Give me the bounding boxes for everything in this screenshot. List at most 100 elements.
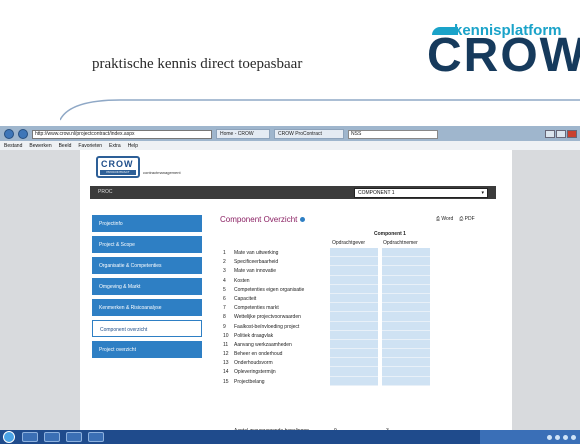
menu-bewerken[interactable]: Bewerken — [29, 143, 51, 149]
taskbar-app-3[interactable] — [66, 432, 82, 442]
cell-opdrachtnemer[interactable] — [382, 257, 430, 267]
row-label: Aanvang werkzaamheden — [234, 341, 292, 348]
taskbar-app-2[interactable] — [44, 432, 60, 442]
app-logo[interactable]: CROW PROCONTRACT — [96, 156, 140, 178]
browser-search-field[interactable]: NSS — [348, 129, 438, 139]
tab-crow-procontract[interactable]: CROW ProContract — [274, 129, 344, 139]
row-number: 1 — [223, 250, 226, 256]
tray-icon[interactable] — [571, 434, 576, 440]
table-row: 12 Beheer en onderhoud — [220, 349, 500, 359]
page-title: Component Overzicht — [220, 215, 306, 224]
cell-opdrachtnemer[interactable] — [382, 266, 430, 276]
table-row: 5 Competenties eigen organisatie — [220, 284, 500, 294]
row-label: Politiek draagvlak — [234, 332, 274, 339]
logo-crow: CROW — [427, 29, 580, 82]
browser-toolbar: http://www.crow.nl/projectcontract/index… — [0, 128, 580, 140]
cell-opdrachtnemer[interactable] — [382, 376, 430, 386]
app-logo-text: contractmanagement — [143, 170, 181, 175]
taskbar-app-1[interactable] — [22, 432, 38, 442]
cell-opdrachtnemer[interactable] — [382, 248, 430, 258]
table-row: 3 Mate van innovatie — [220, 266, 500, 276]
row-number: 9 — [223, 323, 226, 330]
top-bar-label: PROC — [98, 189, 113, 195]
cell-opdrachtnemer[interactable] — [382, 303, 430, 313]
cell-opdrachtnemer[interactable] — [382, 349, 430, 359]
table-row: 11 Aanvang werkzaamheden — [220, 339, 500, 350]
menu-beeld[interactable]: Beeld — [59, 143, 72, 149]
taskbar-app-4[interactable] — [88, 432, 104, 442]
cell-opdrachtnemer[interactable] — [382, 275, 430, 285]
sidebar-item-project-scope[interactable]: Project & Scope — [92, 236, 202, 253]
menu-help[interactable]: Help — [128, 143, 138, 149]
cell-opdrachtnemer[interactable] — [382, 358, 430, 368]
menu-extra[interactable]: Extra — [109, 143, 121, 149]
tagline: praktische kennis direct toepasbaar — [92, 56, 303, 72]
cell-opdrachtnemer[interactable] — [382, 312, 430, 322]
row-number: 2 — [223, 259, 226, 266]
component-select-value: COMPONENT 1 — [358, 190, 395, 196]
cell-opdrachtnemer[interactable] — [382, 339, 430, 350]
system-tray — [480, 430, 580, 444]
table-row: 10 Politiek draagvlak — [220, 330, 500, 340]
column-header-opdrachtgever: Opdrachtgever — [332, 240, 366, 246]
address-bar[interactable]: http://www.crow.nl/projectcontract/index… — [32, 129, 212, 139]
export-word-link[interactable]: ⎙ Word — [436, 216, 453, 222]
cell-opdrachtnemer[interactable] — [382, 367, 430, 377]
screen: praktische kennis direct toepasbaar kenn… — [0, 0, 580, 444]
menu-bestand[interactable]: Bestand — [4, 143, 22, 149]
tab-home-crow[interactable]: Home - CROW — [216, 129, 270, 139]
sidebar-item-projectinfo[interactable]: Projectinfo — [92, 215, 202, 232]
table-row: 8 Wettelijke projectvoorwaarden — [220, 312, 500, 322]
table-row: 4 Kosten — [220, 275, 500, 285]
tray-icon[interactable] — [547, 434, 552, 440]
table-row: 7 Competenties markt — [220, 303, 500, 313]
table-row: 1 Mate van uitwerking — [220, 248, 500, 258]
row-number: 14 — [223, 369, 229, 376]
row-label: Onderhoudsvorm — [234, 360, 273, 367]
table-row: 15 Projectbelang — [220, 376, 500, 386]
close-icon[interactable] — [567, 130, 577, 138]
tray-icon[interactable] — [563, 434, 568, 440]
row-label: Capaciteit — [234, 295, 257, 302]
chevron-down-icon: ▾ — [481, 190, 484, 196]
tray-icon[interactable] — [555, 434, 560, 440]
column-header-component: Component 1 — [374, 231, 406, 237]
export-pdf-label: PDF — [464, 216, 475, 222]
window-controls — [545, 130, 580, 138]
cell-opdrachtnemer[interactable] — [382, 284, 430, 294]
row-label: Competenties markt — [234, 305, 279, 312]
sidebar-item-kenmerken[interactable]: Kenmerken & Risicoanalyse — [92, 299, 202, 316]
procontract-app: CROW PROCONTRACT contractmanagement PROC… — [80, 150, 512, 434]
sidebar-item-organisatie[interactable]: Organisatie & Competenties — [92, 257, 202, 274]
row-number: 3 — [223, 268, 226, 275]
maximize-icon[interactable] — [556, 130, 566, 138]
table-row: 13 Onderhoudsvorm — [220, 358, 500, 368]
row-number: 11 — [223, 341, 229, 348]
row-label: Beheer en onderhoud — [234, 351, 283, 358]
export-word-label: Word — [441, 216, 454, 222]
minimize-icon[interactable] — [545, 130, 555, 138]
row-number: 12 — [223, 351, 229, 358]
component-select[interactable]: COMPONENT 1 ▾ — [354, 188, 488, 198]
table-row: 2 Specificeerbaarheid — [220, 257, 500, 267]
menu-favorieten[interactable]: Favorieten — [78, 143, 102, 149]
row-label: Wettelijke projectvoorwaarden — [234, 314, 301, 321]
back-icon[interactable] — [4, 129, 14, 139]
row-label: Kosten — [234, 277, 250, 284]
banner: praktische kennis direct toepasbaar kenn… — [0, 0, 580, 121]
start-button[interactable] — [3, 431, 15, 443]
row-number: 7 — [223, 305, 226, 312]
app-logo-word: CROW — [101, 159, 134, 169]
row-label: Specificeerbaarheid — [234, 259, 279, 266]
cell-opdrachtnemer[interactable] — [382, 293, 430, 304]
sidebar-item-project-overzicht[interactable]: Project overzicht — [92, 341, 202, 358]
cell-opdrachtnemer[interactable] — [382, 321, 430, 331]
sidebar-item-component-overzicht[interactable]: Component overzicht — [92, 320, 202, 337]
info-icon[interactable] — [300, 217, 306, 222]
sidebar-item-omgeving[interactable]: Omgeving & Markt — [92, 278, 202, 295]
table-row: 6 Capaciteit — [220, 293, 500, 304]
table-row: 9 Faalkost-beïnvloeding project — [220, 321, 500, 331]
forward-icon[interactable] — [18, 129, 28, 139]
export-pdf-link[interactable]: ⎙ PDF — [459, 216, 474, 222]
cell-opdrachtnemer[interactable] — [382, 330, 430, 340]
